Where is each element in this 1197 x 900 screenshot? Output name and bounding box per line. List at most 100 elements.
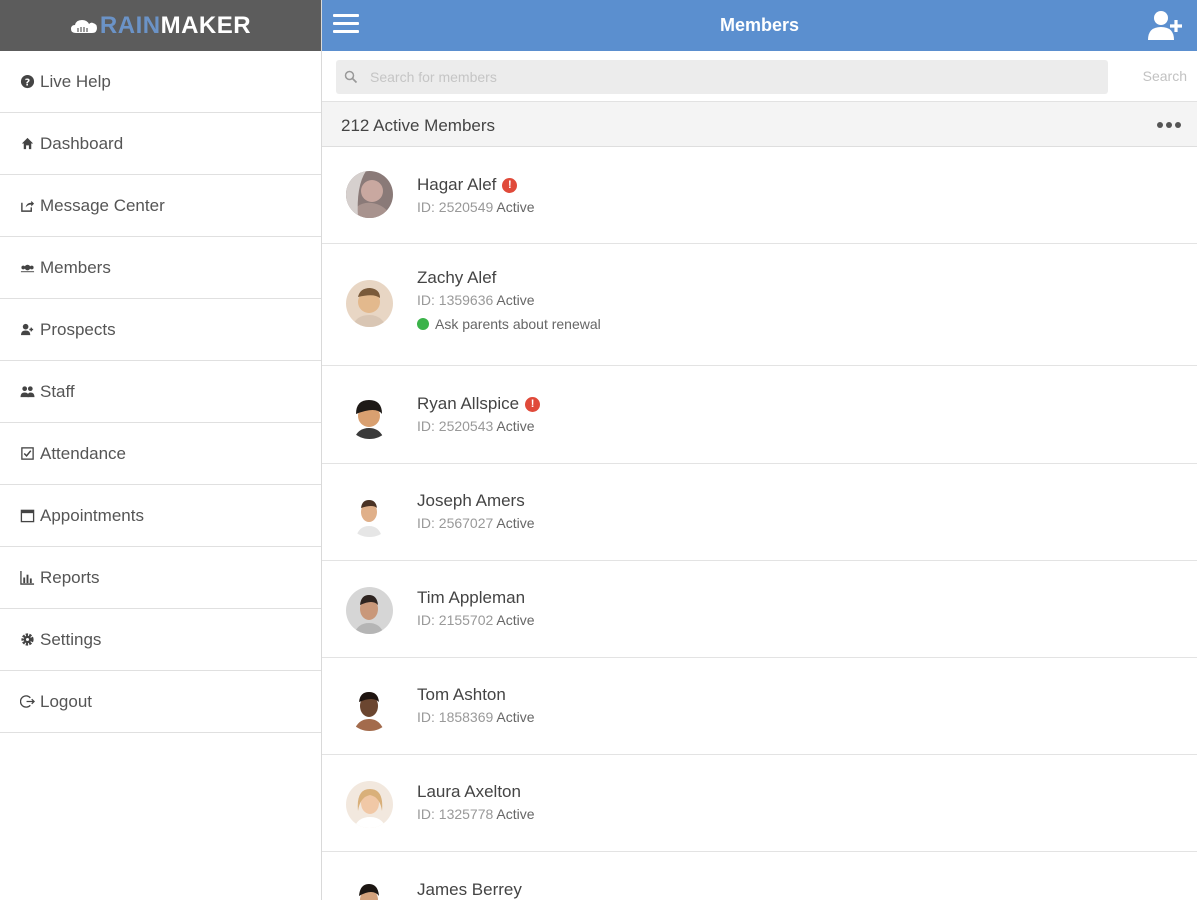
member-status: Active bbox=[496, 292, 535, 308]
avatar bbox=[346, 392, 393, 439]
member-meta: ID: 2520549 Active bbox=[417, 199, 535, 215]
svg-text:?: ? bbox=[24, 77, 29, 88]
avatar bbox=[346, 171, 393, 218]
user-plus-icon bbox=[18, 321, 36, 339]
search-button[interactable]: Search bbox=[1143, 68, 1187, 84]
sidebar-item-label: Staff bbox=[40, 381, 75, 401]
member-name: Tom Ashton bbox=[417, 685, 535, 705]
avatar bbox=[346, 684, 393, 731]
member-info: Hagar Alef! ID: 2520549 Active bbox=[417, 175, 535, 215]
sidebar-item-staff[interactable]: Staff bbox=[0, 361, 321, 423]
sidebar-item-dashboard[interactable]: Dashboard bbox=[0, 113, 321, 175]
member-status: Active bbox=[496, 806, 535, 822]
home-icon bbox=[18, 135, 36, 153]
calendar-icon bbox=[18, 507, 36, 525]
sidebar-item-label: Prospects bbox=[40, 319, 116, 339]
member-id: ID: 2520549 bbox=[417, 199, 494, 215]
question-circle-icon: ? bbox=[18, 73, 36, 91]
members-icon bbox=[18, 259, 36, 277]
sidebar-item-live-help[interactable]: ? Live Help bbox=[0, 51, 321, 113]
list-item[interactable]: Tom Ashton ID: 1858369 Active bbox=[322, 658, 1197, 755]
group-icon bbox=[18, 383, 36, 401]
member-status: Active bbox=[496, 709, 535, 725]
list-item[interactable]: Tim Appleman ID: 2155702 Active bbox=[322, 561, 1197, 658]
alert-badge: ! bbox=[502, 177, 518, 193]
search-icon bbox=[344, 70, 358, 84]
sidebar-item-label: Settings bbox=[40, 629, 102, 649]
avatar bbox=[346, 587, 393, 634]
member-name: Zachy Alef bbox=[417, 268, 601, 288]
add-member-icon[interactable] bbox=[1147, 9, 1183, 41]
member-name-text: Zachy Alef bbox=[417, 268, 497, 287]
member-list: Hagar Alef! ID: 2520549 Active Zachy Ale… bbox=[322, 147, 1197, 900]
sidebar-item-label: Dashboard bbox=[40, 133, 124, 153]
brand-bar: RAIN MAKER bbox=[0, 0, 321, 51]
member-name-text: Laura Axelton bbox=[417, 782, 521, 801]
sidebar-item-label: Reports bbox=[40, 567, 100, 587]
brand-logo: RAIN MAKER bbox=[70, 12, 251, 40]
member-name: Laura Axelton bbox=[417, 782, 535, 802]
sidebar: RAIN MAKER ? Live Help Dashboard Message … bbox=[0, 0, 322, 900]
cloud-icon bbox=[70, 19, 97, 33]
top-header: Members bbox=[322, 0, 1197, 51]
member-info: Tom Ashton ID: 1858369 Active bbox=[417, 685, 535, 725]
sidebar-item-label: Message Center bbox=[40, 195, 165, 215]
sidebar-item-prospects[interactable]: Prospects bbox=[0, 299, 321, 361]
member-status: Active bbox=[496, 515, 535, 531]
list-item[interactable]: Joseph Amers ID: 2567027 Active bbox=[322, 464, 1197, 561]
member-id: ID: 2155702 bbox=[417, 612, 494, 628]
member-id: ID: 1325778 bbox=[417, 806, 494, 822]
active-members-count: 212 Active Members bbox=[341, 116, 496, 135]
avatar bbox=[346, 490, 393, 537]
more-options-icon[interactable] bbox=[1154, 122, 1181, 128]
member-meta: ID: 1359636 Active bbox=[417, 292, 601, 308]
member-meta: ID: 2520543 Active bbox=[417, 418, 540, 434]
member-meta: ID: 2567027 Active bbox=[417, 515, 535, 531]
member-info: Zachy Alef ID: 1359636 Active Ask parent… bbox=[417, 268, 601, 332]
list-item[interactable]: Laura Axelton ID: 1325778 Active bbox=[322, 755, 1197, 852]
sidebar-item-label: Logout bbox=[40, 691, 92, 711]
search-input[interactable] bbox=[370, 69, 1070, 85]
list-item[interactable]: Ryan Allspice! ID: 2520543 Active bbox=[322, 366, 1197, 464]
sidebar-item-label: Live Help bbox=[40, 71, 111, 91]
brand-maker: MAKER bbox=[160, 11, 252, 39]
member-id: ID: 2520543 bbox=[417, 418, 494, 434]
list-item[interactable]: Hagar Alef! ID: 2520549 Active bbox=[322, 147, 1197, 244]
member-note: Ask parents about renewal bbox=[417, 316, 601, 332]
list-item[interactable]: James Berrey bbox=[322, 852, 1197, 900]
member-id: ID: 1858369 bbox=[417, 709, 494, 725]
gear-icon bbox=[18, 631, 36, 649]
member-info: Ryan Allspice! ID: 2520543 Active bbox=[417, 394, 541, 434]
list-item[interactable]: Zachy Alef ID: 1359636 Active Ask parent… bbox=[322, 244, 1197, 366]
page-title: Members bbox=[719, 15, 800, 35]
member-name: Tim Appleman bbox=[417, 588, 535, 608]
sidebar-item-label: Appointments bbox=[40, 505, 144, 525]
sidebar-item-logout[interactable]: Logout bbox=[0, 671, 321, 733]
checkbox-icon bbox=[18, 445, 36, 463]
search-box bbox=[336, 60, 1108, 94]
sidebar-item-attendance[interactable]: Attendance bbox=[0, 423, 321, 485]
bar-chart-icon bbox=[18, 569, 36, 587]
sidebar-item-message-center[interactable]: Message Center bbox=[0, 175, 321, 237]
share-icon bbox=[18, 197, 36, 215]
members-summary-bar: 212 Active Members bbox=[322, 102, 1197, 147]
member-name-text: Tom Ashton bbox=[417, 685, 506, 704]
member-name-text: Hagar Alef bbox=[417, 175, 497, 194]
member-status: Active bbox=[496, 418, 535, 434]
member-name: James Berrey bbox=[417, 880, 522, 900]
member-status: Active bbox=[496, 612, 535, 628]
sidebar-item-members[interactable]: Members bbox=[0, 237, 321, 299]
sidebar-item-settings[interactable]: Settings bbox=[0, 609, 321, 671]
member-meta: ID: 1858369 Active bbox=[417, 709, 535, 725]
avatar bbox=[346, 878, 393, 900]
sidebar-item-label: Attendance bbox=[40, 443, 127, 463]
member-name: Ryan Allspice! bbox=[417, 394, 541, 414]
sidebar-item-appointments[interactable]: Appointments bbox=[0, 485, 321, 547]
member-name-text: Joseph Amers bbox=[417, 491, 525, 510]
member-meta: ID: 2155702 Active bbox=[417, 612, 535, 628]
member-note-text: Ask parents about renewal bbox=[435, 316, 601, 332]
note-status-dot bbox=[417, 318, 429, 330]
member-id: ID: 2567027 bbox=[417, 515, 494, 531]
alert-badge: ! bbox=[525, 396, 541, 412]
sidebar-item-reports[interactable]: Reports bbox=[0, 547, 321, 609]
